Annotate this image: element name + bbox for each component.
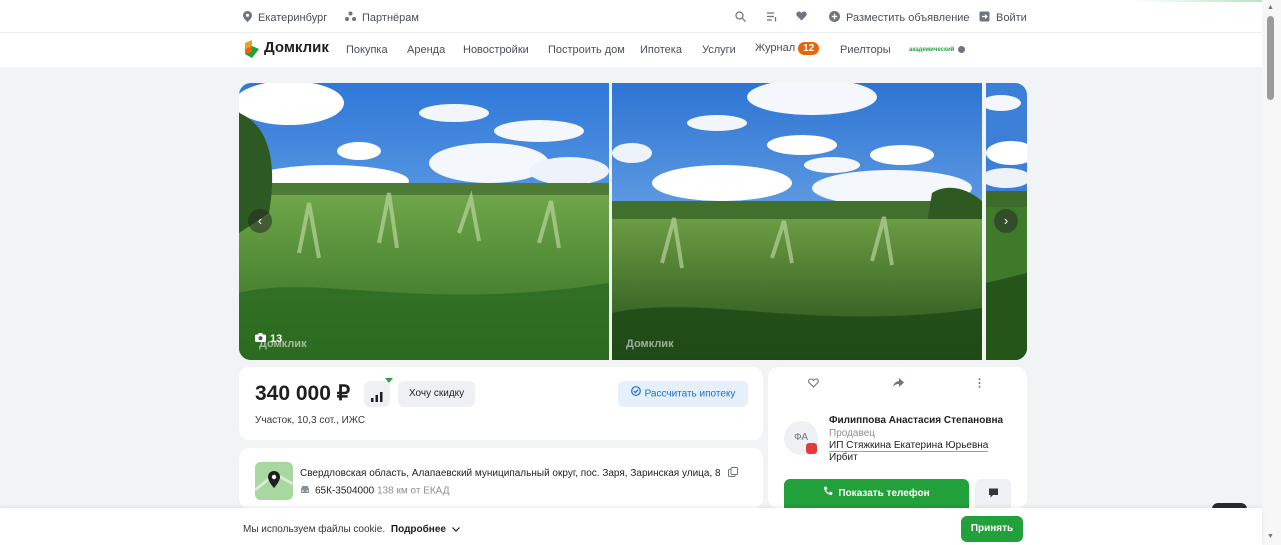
check-circle-icon xyxy=(630,381,641,407)
academic-label: академический xyxy=(909,47,955,54)
chevron-left-icon: ‹ xyxy=(257,213,263,228)
mortgage-label: Рассчитать ипотеку xyxy=(644,388,736,400)
nav-item-new-buildings[interactable]: Новостройки xyxy=(463,44,529,56)
gallery-photo-1[interactable]: Домклик xyxy=(239,83,609,360)
post-ad-label: Разместить объявление xyxy=(846,12,970,24)
price-trend-indicator xyxy=(385,378,393,383)
gallery-photo-2[interactable]: Домклик xyxy=(612,83,982,360)
listing-price: 340 000 ₽ xyxy=(255,382,351,405)
academic-promo[interactable]: академический xyxy=(909,46,965,53)
agency-badge-icon xyxy=(806,443,817,454)
address-text: Свердловская область, Алапаевский муници… xyxy=(300,468,721,480)
location-pin-icon xyxy=(243,11,252,25)
compare-button[interactable] xyxy=(766,11,777,25)
seller-card: ФА Филиппова Анастасия Степановна Продав… xyxy=(768,367,1027,508)
page-scrollbar[interactable]: ▲ ▼ xyxy=(1262,0,1281,545)
login-icon xyxy=(979,11,990,25)
chat-icon xyxy=(988,488,999,499)
chevron-down-icon xyxy=(451,524,460,535)
scroll-up-icon[interactable]: ▲ xyxy=(1267,4,1274,11)
domclick-logo-icon xyxy=(243,39,259,58)
heart-outline-icon[interactable] xyxy=(808,378,819,391)
more-vertical-icon[interactable] xyxy=(978,378,981,391)
top-accent-line xyxy=(1130,0,1262,2)
nav-item-build-house[interactable]: Построить дом xyxy=(548,44,625,56)
price-card: 340 000 ₽ Хочу скидку Рассчитать ипотеку… xyxy=(239,367,763,440)
seller-initials: ФА xyxy=(793,432,809,443)
search-icon xyxy=(735,11,746,25)
nav-item-realtors[interactable]: Риелторы xyxy=(840,44,891,56)
post-ad-link[interactable]: Разместить объявление xyxy=(829,11,970,25)
copy-icon[interactable] xyxy=(728,467,739,480)
address-card: Свердловская область, Алапаевский муници… xyxy=(239,448,763,508)
show-phone-button[interactable]: Показать телефон xyxy=(784,479,969,508)
car-icon xyxy=(300,485,310,497)
partners-icon xyxy=(345,11,356,25)
highway-name: 65К-3504000 xyxy=(315,485,375,497)
seller-city: Ирбит xyxy=(829,452,858,463)
listing-subtitle: Участок, 10,3 сот., ИЖС xyxy=(255,415,366,426)
seller-name[interactable]: Филиппова Анастасия Степановна xyxy=(829,415,1003,426)
compare-icon xyxy=(766,11,777,25)
share-icon[interactable] xyxy=(893,378,904,391)
cookie-message: Мы используем файлы cookie. Подробнее xyxy=(243,524,460,535)
seller-role: Продавец xyxy=(829,428,875,439)
cookie-text: Мы используем файлы cookie. xyxy=(243,524,386,535)
plus-circle-icon xyxy=(829,11,840,25)
listing-address: Свердловская область, Алапаевский муници… xyxy=(300,467,739,480)
map-thumbnail[interactable] xyxy=(255,462,293,500)
accept-cookies-button[interactable]: Принять xyxy=(961,516,1023,542)
photo-count-value: 13 xyxy=(270,333,283,345)
nav-item-rent[interactable]: Аренда xyxy=(407,44,445,56)
highway-info: 65К-3504000 138 км от ЕКАД xyxy=(300,485,449,497)
cookie-banner: Мы используем файлы cookie. Подробнее Пр… xyxy=(0,508,1262,545)
seller-company-link[interactable]: ИП Стяжкина Екатерина Юрьевна xyxy=(829,440,989,452)
bar-chart-icon xyxy=(371,389,383,407)
info-icon xyxy=(958,46,965,53)
main-nav: Домклик Покупка Аренда Новостройки Постр… xyxy=(0,33,1262,67)
logo-text: Домклик xyxy=(264,39,329,56)
gallery-next-button[interactable]: › xyxy=(994,209,1018,233)
distance-to-ekad: 138 км от ЕКАД xyxy=(377,485,450,497)
top-bar: Екатеринбург Партнёрам Разместить объявл… xyxy=(0,0,1262,33)
gallery-prev-button[interactable]: ‹ xyxy=(248,209,272,233)
chevron-right-icon: › xyxy=(1003,213,1009,228)
calculate-mortgage-button[interactable]: Рассчитать ипотеку xyxy=(618,381,748,407)
login-link[interactable]: Войти xyxy=(979,11,1027,25)
partners-label: Партнёрам xyxy=(362,12,419,24)
seller-avatar[interactable]: ФА xyxy=(784,421,818,455)
chat-button[interactable] xyxy=(975,479,1011,508)
journal-badge: 12 xyxy=(798,42,820,55)
phone-icon xyxy=(823,479,833,508)
heart-icon xyxy=(796,11,807,24)
cookie-more-link[interactable]: Подробнее xyxy=(391,524,460,535)
city-selector[interactable]: Екатеринбург xyxy=(243,11,327,25)
nav-item-journal[interactable]: Журнал 12 xyxy=(755,42,820,55)
photo-counter: 13 xyxy=(255,333,282,345)
scroll-down-icon[interactable]: ▼ xyxy=(1267,533,1274,540)
nav-item-services[interactable]: Услуги xyxy=(702,44,736,56)
nav-item-buy[interactable]: Покупка xyxy=(346,44,388,56)
journal-label: Журнал xyxy=(755,42,796,54)
cookie-more-label: Подробнее xyxy=(390,524,446,535)
watermark: Домклик xyxy=(626,338,674,350)
camera-icon xyxy=(255,333,266,345)
want-discount-button[interactable]: Хочу скидку xyxy=(398,381,476,407)
show-phone-label: Показать телефон xyxy=(838,488,930,500)
scrollbar-thumb[interactable] xyxy=(1267,16,1274,100)
logo[interactable]: Домклик xyxy=(243,39,329,58)
nav-item-mortgage[interactable]: Ипотека xyxy=(640,44,682,56)
search-button[interactable] xyxy=(735,11,746,25)
favorites-button[interactable] xyxy=(796,11,807,24)
login-label: Войти xyxy=(996,12,1027,24)
partners-link[interactable]: Партнёрам xyxy=(345,11,419,25)
price-history-button[interactable] xyxy=(364,378,393,407)
city-label: Екатеринбург xyxy=(258,12,328,24)
